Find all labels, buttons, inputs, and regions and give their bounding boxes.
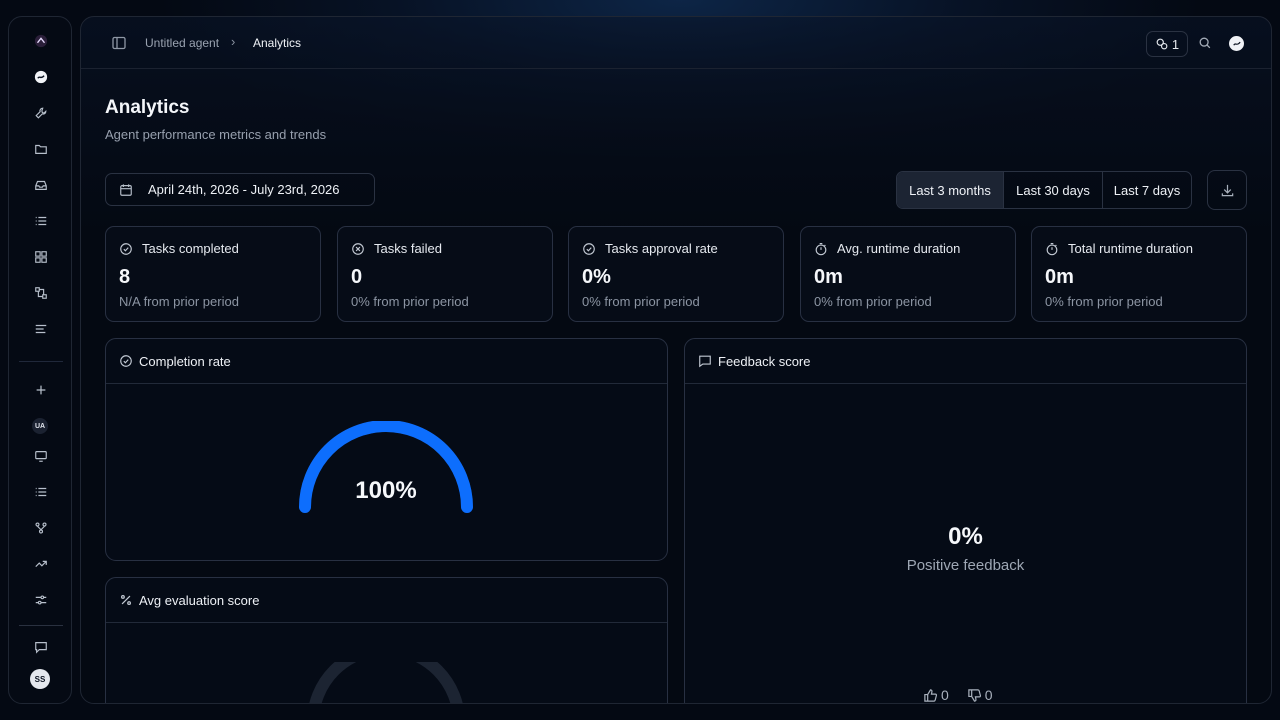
- thumbs-up-value: 0: [941, 687, 949, 703]
- list-icon[interactable]: [31, 211, 51, 231]
- percent-icon: [121, 595, 131, 605]
- grid-icon[interactable]: [31, 247, 51, 267]
- range-label: Last 30 days: [1016, 182, 1090, 198]
- gauge-track: [309, 643, 463, 703]
- date-range-picker[interactable]: April 24th, 2026 - July 23rd, 2026: [105, 173, 375, 206]
- range-label: Last 3 months: [909, 182, 991, 198]
- range-label: Last 7 days: [1113, 182, 1181, 198]
- sidebar-divider: [19, 625, 63, 626]
- inbox-icon[interactable]: [31, 175, 51, 195]
- stat-label: Tasks completed: [142, 241, 239, 256]
- stat-label: Tasks failed: [374, 241, 442, 256]
- stat-card-approval-rate: Tasks approval rate 0% 0% from prior per…: [568, 226, 784, 322]
- stopwatch-icon: [815, 242, 827, 255]
- stat-delta: 0% from prior period: [1045, 294, 1163, 309]
- agent-avatar-initials: UA: [34, 422, 46, 430]
- completion-gauge: 100%: [296, 420, 476, 521]
- branch-icon[interactable]: [31, 518, 51, 538]
- panel-header: Avg evaluation score: [106, 578, 667, 623]
- monitor-icon[interactable]: [31, 446, 51, 466]
- folder-icon[interactable]: [31, 139, 51, 159]
- breadcrumb-separator: ›: [231, 34, 236, 49]
- panel-title: Feedback score: [718, 353, 811, 369]
- stat-delta: N/A from prior period: [119, 294, 239, 309]
- sidebar-divider: [19, 361, 63, 362]
- thumbs-down-count: 0: [967, 687, 993, 703]
- brand-logo-icon[interactable]: [31, 31, 51, 51]
- range-last-7-days[interactable]: Last 7 days: [1103, 172, 1191, 208]
- x-circle-icon: [352, 242, 364, 255]
- stat-value: 0%: [582, 266, 611, 288]
- stat-card-tasks-failed: Tasks failed 0 0% from prior period: [337, 226, 553, 322]
- completion-rate-panel: Completion rate 100%: [105, 338, 668, 561]
- link-icon: [1156, 38, 1168, 50]
- list-bullets-icon[interactable]: [31, 482, 51, 502]
- check-circle-icon: [120, 355, 132, 367]
- check-circle-icon: [583, 242, 595, 255]
- stat-value: 0m: [1045, 266, 1074, 288]
- download-button[interactable]: [1207, 170, 1247, 210]
- range-last-3-months[interactable]: Last 3 months: [897, 172, 1004, 208]
- plus-icon[interactable]: [31, 380, 51, 400]
- check-circle-icon: [120, 242, 132, 255]
- avg-evaluation-panel: Avg evaluation score: [105, 577, 668, 703]
- stat-card-total-runtime: Total runtime duration 0m 0% from prior …: [1031, 226, 1247, 322]
- stat-delta: 0% from prior period: [814, 294, 932, 309]
- search-icon[interactable]: [1198, 36, 1212, 50]
- feedback-votes: 0 0: [923, 687, 993, 703]
- counter-value: 1: [1171, 36, 1180, 52]
- stat-delta: 0% from prior period: [582, 294, 700, 309]
- stat-value: 0m: [814, 266, 843, 288]
- agent-icon[interactable]: [31, 67, 51, 87]
- breadcrumb-parent[interactable]: Untitled agent: [145, 36, 219, 50]
- range-last-30-days[interactable]: Last 30 days: [1004, 172, 1103, 208]
- stat-value: 8: [119, 266, 131, 288]
- page-title: Analytics: [105, 97, 190, 118]
- main-panel: Untitled agent › Analytics 1 Analytics A…: [80, 16, 1272, 704]
- chat-icon[interactable]: [31, 637, 51, 657]
- stat-value: 0: [351, 266, 363, 288]
- page-subtitle: Agent performance metrics and trends: [105, 127, 327, 142]
- text-align-icon[interactable]: [31, 319, 51, 339]
- sidebar: UA SS: [8, 16, 72, 704]
- sidebar-toggle-icon[interactable]: [111, 35, 127, 51]
- thumbs-up-icon: [924, 688, 938, 702]
- range-selector: Last 3 months Last 30 days Last 7 days: [896, 171, 1192, 209]
- thumbs-up-count: 0: [923, 687, 949, 703]
- stopwatch-icon: [1046, 242, 1058, 255]
- gauge-value: 100%: [355, 477, 417, 504]
- workflow-icon[interactable]: [31, 283, 51, 303]
- date-range-label: April 24th, 2026 - July 23rd, 2026: [148, 182, 340, 197]
- wrench-icon[interactable]: [31, 103, 51, 123]
- trending-up-icon[interactable]: [31, 554, 51, 574]
- stat-label: Tasks approval rate: [605, 241, 718, 256]
- user-avatar-initials: SS: [34, 674, 46, 684]
- download-icon: [1221, 184, 1233, 196]
- stat-delta: 0% from prior period: [351, 294, 469, 309]
- stat-label: Total runtime duration: [1068, 241, 1194, 256]
- evaluation-gauge: [306, 643, 466, 703]
- panel-title: Avg evaluation score: [139, 592, 260, 608]
- connections-counter-button[interactable]: 1: [1146, 31, 1188, 57]
- panel-header: Feedback score: [685, 339, 1246, 384]
- thumbs-down-value: 0: [984, 687, 993, 703]
- panel-header: Completion rate: [106, 339, 667, 384]
- panel-title: Completion rate: [139, 353, 231, 369]
- feedback-label: Positive feedback: [906, 557, 1025, 574]
- agent-logo-icon[interactable]: [1229, 36, 1244, 51]
- agent-avatar[interactable]: UA: [32, 418, 48, 434]
- breadcrumb-current: Analytics: [253, 36, 302, 50]
- stat-label: Avg. runtime duration: [837, 241, 961, 256]
- thumbs-down-icon: [968, 688, 981, 702]
- feedback-value: 0%: [948, 523, 983, 550]
- topbar: Untitled agent › Analytics 1: [81, 17, 1271, 69]
- calendar-icon: [120, 183, 132, 196]
- feedback-score-panel: Feedback score 0% Positive feedback 0 0: [684, 338, 1247, 703]
- message-square-icon: [699, 355, 711, 368]
- sliders-icon[interactable]: [31, 590, 51, 610]
- stat-card-tasks-completed: Tasks completed 8 N/A from prior period: [105, 226, 321, 322]
- user-avatar[interactable]: SS: [30, 669, 50, 689]
- stat-card-avg-runtime: Avg. runtime duration 0m 0% from prior p…: [800, 226, 1016, 322]
